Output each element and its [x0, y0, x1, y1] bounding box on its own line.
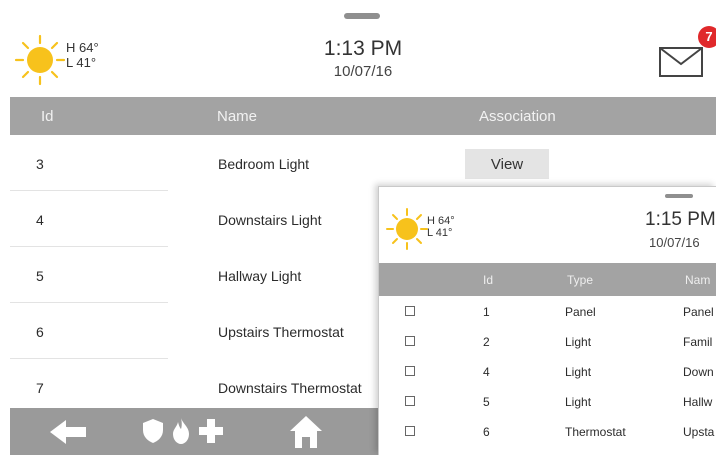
- row-name: Hallway Light: [218, 268, 302, 284]
- pull-down-handle[interactable]: [344, 13, 380, 19]
- home-icon[interactable]: [288, 414, 324, 450]
- temp-high: H 64°: [427, 215, 455, 227]
- list-item[interactable]: 5 Light Hallw: [379, 387, 716, 417]
- row-id: 5: [483, 395, 490, 409]
- row-id: 4: [36, 212, 44, 228]
- row-type: Light: [565, 335, 592, 349]
- weather-temps: H 64° L 41°: [66, 40, 99, 70]
- column-header-name: Nam: [685, 273, 711, 287]
- row-id: 7: [36, 380, 44, 396]
- sun-icon: [14, 34, 66, 86]
- envelope-icon[interactable]: [658, 44, 704, 78]
- current-time: 1:13 PM: [323, 37, 403, 60]
- row-name: Down: [683, 365, 714, 379]
- select-checkbox[interactable]: [405, 336, 415, 346]
- row-name: Famil: [683, 335, 713, 349]
- column-header-id: Id: [483, 273, 494, 287]
- row-type: Thermostat: [565, 425, 626, 439]
- row-id: 6: [36, 324, 44, 340]
- overlay-device-panel: H 64° L 41° 1:15 PM 10/07/16 Id Type Nam…: [378, 186, 716, 455]
- row-name: Panel: [683, 305, 714, 319]
- row-id: 6: [483, 425, 490, 439]
- list-item[interactable]: 2 Light Famil: [379, 327, 716, 357]
- row-name: Downstairs Thermostat: [218, 380, 362, 396]
- column-header-type: Type: [567, 273, 594, 287]
- weather-temps: H 64° L 41°: [427, 215, 455, 239]
- table-row[interactable]: 3 Bedroom Light View: [10, 135, 716, 191]
- pull-down-handle[interactable]: [665, 194, 693, 198]
- row-type: Light: [565, 365, 592, 379]
- temp-low: L 41°: [66, 55, 97, 70]
- current-date: 10/07/16: [649, 235, 700, 250]
- sun-icon: [386, 208, 428, 250]
- row-id: 3: [36, 156, 44, 172]
- table-header: Id Name Association: [10, 97, 716, 135]
- clock: 1:13 PM 10/07/16: [258, 36, 468, 82]
- row-name: Downstairs Light: [218, 212, 322, 228]
- current-date: 10/07/16: [333, 63, 393, 80]
- column-header-name: Name: [217, 108, 258, 125]
- select-checkbox[interactable]: [405, 366, 415, 376]
- select-checkbox[interactable]: [405, 426, 415, 436]
- medical-cross-icon[interactable]: [198, 418, 224, 444]
- table-header: Id Type Nam: [379, 263, 716, 296]
- temp-low: L 41°: [427, 227, 453, 239]
- status-header: H 64° L 41° 1:13 PM 10/07/16 7: [0, 22, 716, 96]
- row-name: Hallw: [683, 395, 713, 409]
- row-type: Light: [565, 395, 592, 409]
- list-item[interactable]: 4 Light Down: [379, 357, 716, 387]
- row-name: Bedroom Light: [218, 156, 310, 172]
- message-count-badge: 7: [698, 26, 716, 48]
- row-type: Panel: [565, 305, 596, 319]
- row-id: 4: [483, 365, 490, 379]
- row-id: 5: [36, 268, 44, 284]
- shield-icon[interactable]: [142, 418, 164, 444]
- device-screen: H 64° L 41° 1:13 PM 10/07/16 7 Id Name A…: [0, 0, 716, 455]
- row-id: 1: [483, 305, 490, 319]
- list-item[interactable]: 6 Thermostat Upsta: [379, 417, 716, 447]
- row-name: Upstairs Thermostat: [218, 324, 344, 340]
- select-checkbox[interactable]: [405, 396, 415, 406]
- current-time: 1:15 PM: [645, 209, 716, 230]
- column-header-association: Association: [479, 108, 556, 125]
- select-checkbox[interactable]: [405, 306, 415, 316]
- column-header-id: Id: [41, 108, 54, 125]
- fire-icon[interactable]: [170, 417, 192, 445]
- temp-high: H 64°: [66, 40, 99, 55]
- view-association-button[interactable]: View: [465, 149, 549, 179]
- list-item[interactable]: 1 Panel Panel: [379, 297, 716, 327]
- back-arrow-icon[interactable]: [48, 418, 88, 446]
- row-id: 2: [483, 335, 490, 349]
- row-name: Upsta: [683, 425, 715, 439]
